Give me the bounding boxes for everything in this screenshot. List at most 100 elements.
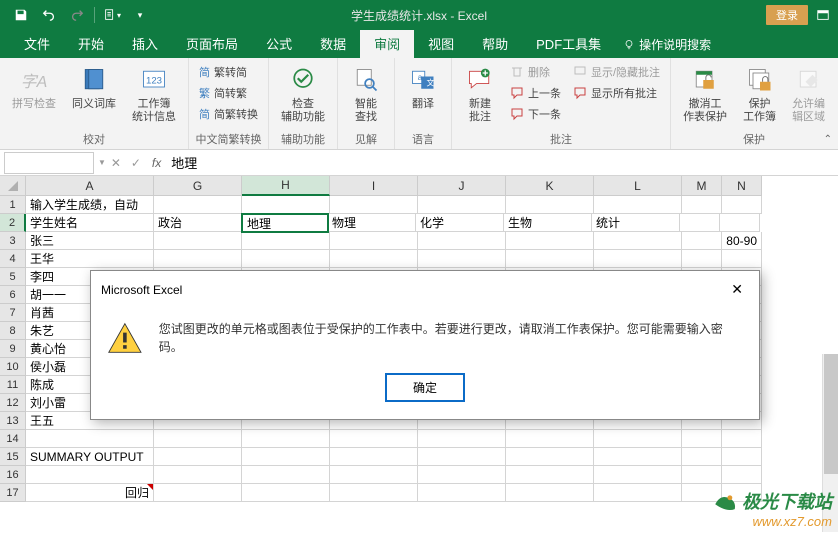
smart-lookup-button[interactable]: 智能 查找 [344, 62, 388, 126]
cell[interactable] [418, 232, 506, 250]
cell[interactable] [506, 250, 594, 268]
cell[interactable] [330, 250, 418, 268]
cell[interactable] [506, 484, 594, 502]
row-header[interactable]: 15 [0, 448, 26, 466]
cell[interactable] [330, 232, 418, 250]
row-header[interactable]: 11 [0, 376, 26, 394]
cell[interactable] [682, 232, 722, 250]
show-all-comments-button[interactable]: 显示所有批注 [569, 83, 664, 103]
cell[interactable] [680, 214, 720, 232]
cell[interactable]: 学生姓名 [26, 214, 154, 232]
redo-button[interactable] [64, 3, 90, 27]
cell[interactable]: SUMMARY OUTPUT [26, 448, 154, 466]
tab-home[interactable]: 开始 [64, 29, 118, 58]
cell[interactable] [722, 250, 762, 268]
row-header[interactable]: 17 [0, 484, 26, 502]
qat-menu-button[interactable]: ▾ [99, 3, 125, 27]
qat-customize-button[interactable]: ▾ [127, 3, 153, 27]
tab-formulas[interactable]: 公式 [252, 29, 306, 58]
cell[interactable]: 回归 [26, 484, 154, 502]
row-header[interactable]: 7 [0, 304, 26, 322]
cell[interactable] [418, 448, 506, 466]
cell[interactable] [26, 430, 154, 448]
cell[interactable] [594, 232, 682, 250]
cell[interactable] [330, 430, 418, 448]
cell[interactable] [682, 466, 722, 484]
ribbon-options-icon[interactable] [816, 8, 830, 22]
cell[interactable] [722, 484, 762, 502]
cell[interactable] [682, 196, 722, 214]
tab-help[interactable]: 帮助 [468, 29, 522, 58]
cell[interactable] [594, 250, 682, 268]
cell[interactable] [242, 232, 330, 250]
cell[interactable] [242, 250, 330, 268]
cell[interactable] [242, 466, 330, 484]
translate-button[interactable]: a文 翻译 [401, 62, 445, 113]
formula-input[interactable] [167, 152, 838, 174]
vertical-scrollbar[interactable] [822, 354, 838, 532]
cell[interactable] [242, 448, 330, 466]
row-header[interactable]: 6 [0, 286, 26, 304]
unprotect-sheet-button[interactable]: 撤消工 作表保护 [677, 62, 733, 126]
tab-pdf-tools[interactable]: PDF工具集 [522, 29, 615, 58]
cell[interactable] [242, 484, 330, 502]
cell[interactable] [722, 448, 762, 466]
cell[interactable] [722, 196, 762, 214]
trad-to-simp-button[interactable]: 简繁转简 [195, 62, 262, 82]
cell[interactable]: 统计 [592, 214, 680, 232]
row-header[interactable]: 12 [0, 394, 26, 412]
prev-comment-button[interactable]: 上一条 [506, 83, 565, 103]
cell[interactable]: 王华 [26, 250, 154, 268]
cell[interactable] [682, 430, 722, 448]
tab-view[interactable]: 视图 [414, 29, 468, 58]
cell[interactable] [418, 430, 506, 448]
next-comment-button[interactable]: 下一条 [506, 104, 565, 124]
cell[interactable] [506, 448, 594, 466]
tab-insert[interactable]: 插入 [118, 29, 172, 58]
row-header[interactable]: 9 [0, 340, 26, 358]
cell[interactable] [154, 250, 242, 268]
cell[interactable] [506, 430, 594, 448]
protect-workbook-button[interactable]: 保护 工作簿 [737, 62, 782, 126]
cell[interactable] [722, 430, 762, 448]
column-header[interactable]: I [330, 176, 418, 196]
cell[interactable] [418, 466, 506, 484]
row-header[interactable]: 8 [0, 322, 26, 340]
select-all-button[interactable] [0, 176, 26, 196]
cell[interactable] [154, 484, 242, 502]
dialog-ok-button[interactable]: 确定 [386, 374, 464, 401]
row-header[interactable]: 5 [0, 268, 26, 286]
cancel-formula-button[interactable]: ✕ [106, 153, 126, 173]
cell[interactable] [682, 250, 722, 268]
column-header[interactable]: A [26, 176, 154, 196]
column-header[interactable]: K [506, 176, 594, 196]
cell[interactable] [506, 196, 594, 214]
cell[interactable] [418, 250, 506, 268]
tell-me-search[interactable]: 操作说明搜索 [615, 31, 719, 58]
cell[interactable] [154, 466, 242, 484]
cell[interactable]: 输入学生成绩，自动 [26, 196, 154, 214]
cell[interactable] [330, 484, 418, 502]
dialog-close-button[interactable]: ✕ [725, 279, 749, 300]
cell[interactable] [418, 196, 506, 214]
accept-formula-button[interactable]: ✓ [126, 153, 146, 173]
cell[interactable] [154, 196, 242, 214]
login-button[interactable]: 登录 [766, 5, 808, 25]
column-header[interactable]: L [594, 176, 682, 196]
name-box[interactable] [4, 152, 94, 174]
cell[interactable]: 政治 [154, 214, 242, 232]
cell[interactable] [330, 196, 418, 214]
new-comment-button[interactable]: 新建 批注 [458, 62, 502, 126]
row-header[interactable]: 4 [0, 250, 26, 268]
row-header[interactable]: 14 [0, 430, 26, 448]
chinese-convert-button[interactable]: 简简繁转换 [195, 104, 262, 124]
check-accessibility-button[interactable]: 检查 辅助功能 [275, 62, 331, 126]
scroll-thumb[interactable] [824, 354, 838, 474]
cell[interactable] [154, 232, 242, 250]
row-header[interactable]: 16 [0, 466, 26, 484]
row-header[interactable]: 2 [0, 214, 26, 232]
cell[interactable] [594, 196, 682, 214]
undo-button[interactable] [36, 3, 62, 27]
cell[interactable] [242, 430, 330, 448]
workbook-stats-button[interactable]: 123 工作簿 统计信息 [126, 62, 182, 126]
